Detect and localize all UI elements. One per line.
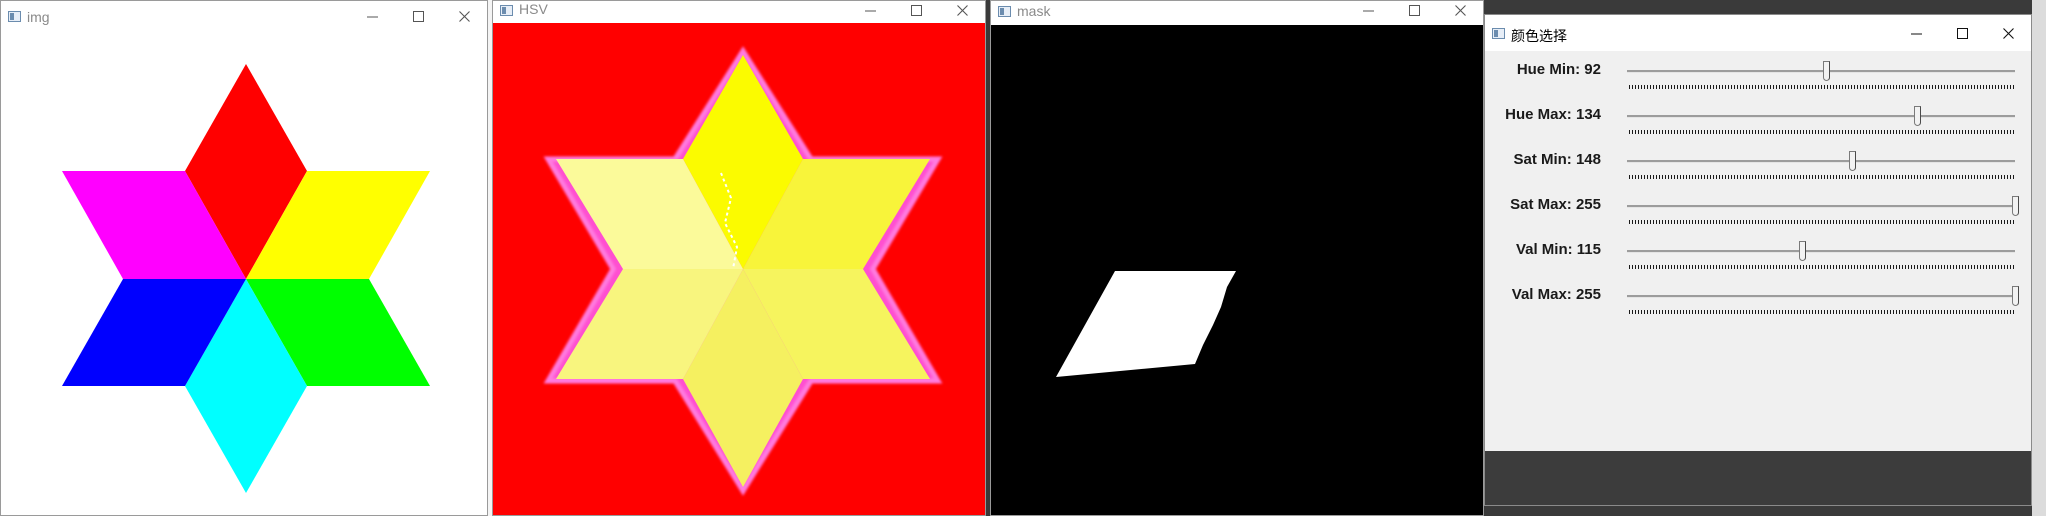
window-title: img	[27, 9, 50, 25]
hsv-window[interactable]: HSV	[492, 0, 986, 516]
minimize-button[interactable]	[1345, 1, 1391, 25]
app-icon	[998, 6, 1011, 17]
trackbar-thumb[interactable]	[1849, 151, 1857, 171]
maximize-button[interactable]	[1939, 15, 1985, 51]
trackbar-row: Hue Min: 92	[1485, 57, 2031, 97]
close-button[interactable]	[441, 1, 487, 31]
trackbar-footer	[1485, 451, 2031, 505]
trackbar-slider[interactable]	[1627, 205, 2015, 208]
app-icon	[8, 11, 21, 22]
maximize-button[interactable]	[395, 1, 441, 31]
trackbar-ticks	[1629, 265, 2015, 269]
maximize-icon	[1957, 28, 1968, 39]
trackbar-thumb[interactable]	[2012, 196, 2019, 216]
img-window[interactable]: img	[0, 0, 488, 516]
trackbar-slider[interactable]	[1627, 250, 2015, 253]
minimize-button[interactable]	[847, 1, 893, 23]
trackbar-panel: Hue Min: 92 Hue Max: 134 Sat Min: 148 Sat M…	[1485, 51, 2031, 483]
trackbars-title-bar[interactable]: 颜色选择	[1485, 15, 2031, 51]
maximize-button[interactable]	[1391, 1, 1437, 25]
hsv-canvas	[493, 23, 985, 515]
trackbar-ticks	[1629, 85, 2015, 89]
minimize-button[interactable]	[1893, 15, 1939, 51]
trackbar-row: Sat Min: 148	[1485, 147, 2031, 187]
minimize-button[interactable]	[349, 1, 395, 31]
hsv-star-image	[543, 46, 943, 496]
trackbar-row: Val Min: 115	[1485, 237, 2031, 277]
minimize-icon	[1363, 10, 1374, 12]
maximize-icon	[1409, 5, 1420, 16]
close-icon	[2003, 28, 2014, 39]
trackbar-slider[interactable]	[1627, 70, 2015, 73]
trackbar-ticks	[1629, 175, 2015, 179]
close-button[interactable]	[1437, 1, 1483, 25]
maximize-icon	[413, 11, 424, 22]
window-title: HSV	[519, 1, 548, 17]
mask-image	[1056, 271, 1236, 377]
trackbar-label: Hue Min: 92	[1516, 61, 1601, 78]
maximize-button[interactable]	[893, 1, 939, 23]
trackbar-slider[interactable]	[1627, 115, 2015, 118]
minimize-icon	[1911, 33, 1922, 35]
mask-canvas	[991, 25, 1483, 515]
trackbar-row: Sat Max: 255	[1485, 192, 2031, 232]
trackbars-window[interactable]: 颜色选择 Hue Min: 92 Hue Max: 134 Sat Min: 148…	[1484, 14, 2032, 506]
app-icon	[1492, 28, 1505, 39]
trackbar-ticks	[1629, 130, 2015, 134]
window-title: mask	[1017, 3, 1051, 19]
trackbar-thumb[interactable]	[1823, 61, 1831, 81]
trackbar-label: Val Max: 255	[1511, 286, 1601, 303]
desktop-background-right	[2032, 0, 2046, 516]
app-icon	[500, 5, 513, 16]
trackbar-row: Val Max: 255	[1485, 282, 2031, 322]
minimize-icon	[367, 16, 378, 18]
trackbar-label: Sat Max: 255	[1510, 196, 1601, 213]
close-icon	[459, 11, 470, 22]
close-button[interactable]	[1985, 15, 2031, 51]
trackbar-ticks	[1629, 310, 2015, 314]
close-icon	[1455, 5, 1466, 16]
trackbar-label: Sat Min: 148	[1513, 151, 1601, 168]
trackbar-slider[interactable]	[1627, 160, 2015, 163]
close-button[interactable]	[939, 1, 985, 23]
trackbar-thumb[interactable]	[1798, 241, 1806, 261]
trackbar-thumb[interactable]	[1914, 106, 1922, 126]
trackbar-row: Hue Max: 134	[1485, 102, 2031, 142]
mask-title-bar[interactable]: mask	[991, 1, 1483, 25]
color-star-image	[62, 64, 430, 493]
mask-window[interactable]: mask	[990, 0, 1484, 516]
trackbar-label: Hue Max: 134	[1505, 106, 1601, 123]
hsv-title-bar[interactable]: HSV	[493, 1, 985, 23]
img-title-bar[interactable]: img	[1, 1, 487, 31]
img-canvas	[1, 31, 487, 515]
trackbar-ticks	[1629, 220, 2015, 224]
trackbar-thumb[interactable]	[2012, 286, 2019, 306]
window-title: 颜色选择	[1511, 28, 1567, 44]
close-icon	[957, 5, 968, 16]
maximize-icon	[911, 5, 922, 16]
mask-region	[1056, 271, 1236, 377]
minimize-icon	[865, 10, 876, 12]
trackbar-slider[interactable]	[1627, 295, 2015, 298]
trackbar-label: Val Min: 115	[1515, 241, 1601, 258]
